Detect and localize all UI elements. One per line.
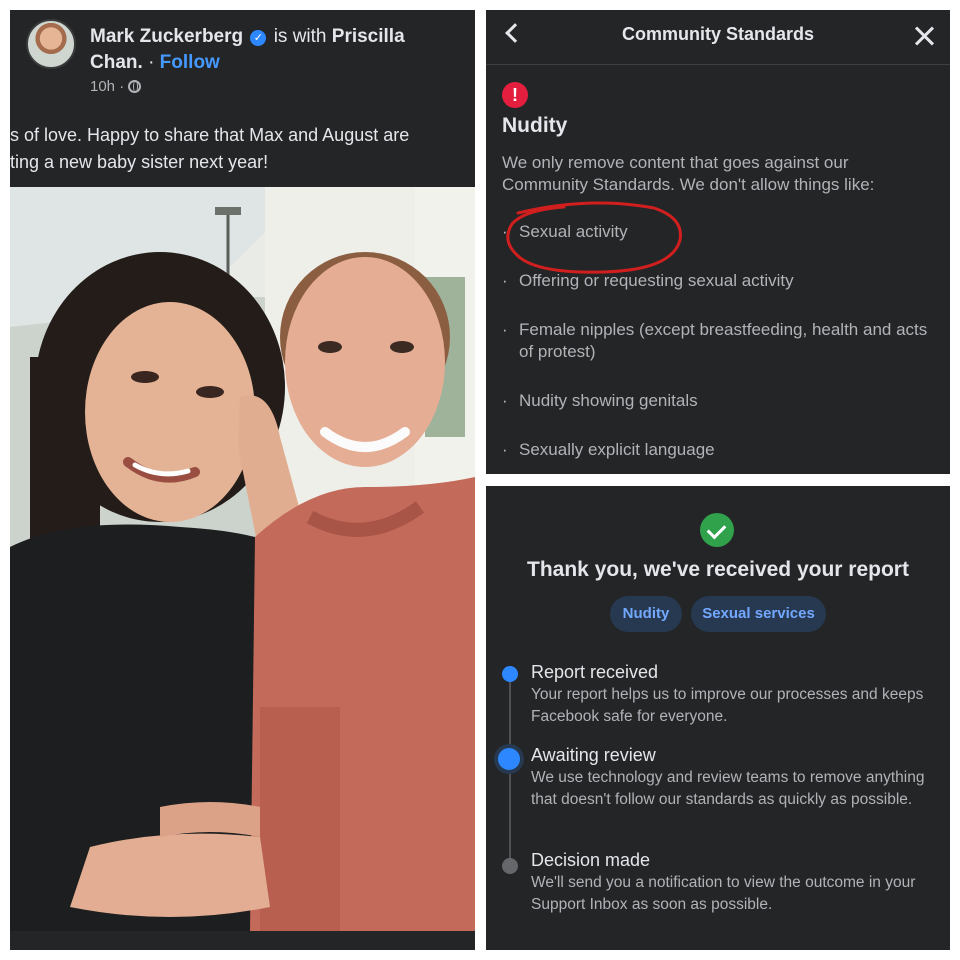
bullet: ·: [502, 320, 508, 339]
cs-heading: Nudity: [502, 114, 568, 137]
rule-text: Nudity showing genitals: [519, 391, 698, 410]
cs-header: Community Standards: [486, 10, 950, 65]
tag-chip-sexual-services[interactable]: Sexual services: [691, 596, 826, 632]
author-name[interactable]: Mark Zuckerberg: [90, 26, 243, 47]
post-meta: 10h ·: [90, 78, 142, 95]
timeline-line: [509, 676, 511, 864]
step-title: Report received: [531, 662, 659, 682]
step-dot-current: [498, 748, 520, 770]
step-description: We use technology and review teams to re…: [531, 769, 925, 808]
report-title: Thank you, we've received your report: [527, 558, 909, 581]
post-header: Mark Zuckerberg ✓ is with Priscilla Chan…: [90, 26, 405, 73]
author-avatar[interactable]: [26, 19, 76, 69]
step-dot-pending: [502, 858, 518, 874]
verified-icon: ✓: [250, 30, 267, 46]
tag-chip-nudity[interactable]: Nudity: [610, 596, 682, 632]
post-caption: s of love. Happy to share that Max and A…: [10, 122, 475, 176]
community-standards-panel: Community Standards ! Nudity We only rem…: [486, 10, 950, 474]
couple-photo-illustration: [10, 187, 475, 931]
alert-icon: !: [502, 82, 528, 108]
close-icon[interactable]: [912, 24, 936, 48]
facebook-post: Mark Zuckerberg ✓ is with Priscilla Chan…: [10, 10, 475, 950]
bullet: ·: [502, 440, 508, 459]
post-photo[interactable]: [10, 187, 475, 931]
step-description: We'll send you a notification to view th…: [531, 874, 916, 913]
globe-icon: [128, 80, 142, 93]
step-title: Awaiting review: [531, 745, 656, 765]
cs-description: We only remove content that goes against…: [502, 153, 875, 194]
red-circle-annotation: [506, 201, 682, 274]
step-title: Decision made: [531, 850, 651, 870]
caption-line: ting a new baby sister next year!: [10, 152, 269, 172]
cs-title: Community Standards: [621, 24, 815, 44]
check-circle-icon: [700, 513, 734, 547]
post-time[interactable]: 10h ·: [90, 78, 124, 95]
rule-text: Sexually explicit language: [519, 440, 715, 459]
report-confirmation-panel: Thank you, we've received your report Nu…: [486, 486, 950, 950]
step-dot-done: [502, 666, 518, 682]
caption-line: s of love. Happy to share that Max and A…: [10, 125, 410, 145]
with-text: is with: [273, 26, 327, 47]
follow-button[interactable]: Follow: [160, 52, 220, 73]
rule-text: Female nipples (except breastfeeding, he…: [519, 320, 928, 361]
step-description: Your report helps us to improve our proc…: [531, 686, 924, 725]
bullet: ·: [502, 391, 508, 410]
